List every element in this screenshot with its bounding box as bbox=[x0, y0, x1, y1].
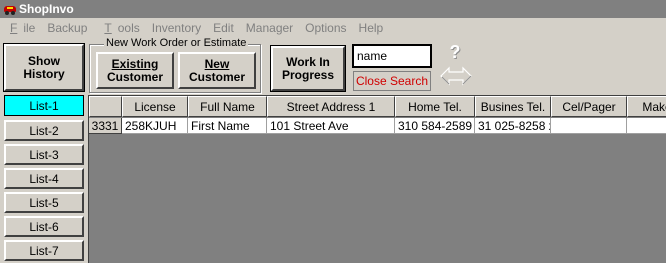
new-label-2: Customer bbox=[188, 69, 245, 84]
show-history-label-1: Show bbox=[28, 53, 60, 68]
list-7-button[interactable]: List-7 bbox=[4, 240, 84, 261]
cell-home-tel[interactable]: 310 584-2589 bbox=[395, 118, 475, 134]
list-3-button[interactable]: List-3 bbox=[4, 144, 84, 165]
work-in-progress-button[interactable]: Work In Progress bbox=[270, 45, 346, 92]
wip-label-1: Work In bbox=[286, 54, 330, 69]
cell-make[interactable] bbox=[627, 118, 666, 134]
cell-business-tel[interactable]: 31 025-8258 x5 bbox=[475, 118, 551, 134]
menu-edit[interactable]: Edit bbox=[207, 21, 240, 35]
help-icon[interactable]: ? bbox=[447, 42, 463, 62]
search-input[interactable] bbox=[352, 44, 432, 68]
new-label-1: New bbox=[204, 56, 230, 71]
window-title: ShopInvo bbox=[19, 2, 74, 16]
column-header-home-tel[interactable]: Home Tel. bbox=[395, 96, 475, 117]
customer-grid[interactable]: License Full Name Street Address 1 Home … bbox=[88, 95, 666, 263]
corner-header bbox=[89, 96, 122, 117]
menu-inventory[interactable]: Inventory bbox=[146, 21, 207, 35]
wip-label-2: Progress bbox=[281, 67, 335, 82]
column-header-street-address[interactable]: Street Address 1 bbox=[267, 96, 395, 117]
existing-label-2: Customer bbox=[106, 69, 163, 84]
list-4-button[interactable]: List-4 bbox=[4, 168, 84, 189]
cell-license[interactable]: 258KJUH bbox=[122, 118, 188, 134]
column-header-cel-pager[interactable]: Cel/Pager bbox=[551, 96, 627, 117]
show-history-label-2: History bbox=[23, 66, 65, 81]
car-app-icon bbox=[3, 3, 17, 15]
column-header-business-tel[interactable]: Busines Tel. bbox=[475, 96, 551, 117]
header-row: License Full Name Street Address 1 Home … bbox=[89, 96, 666, 117]
new-customer-button[interactable]: New Customer bbox=[178, 52, 256, 89]
list-6-button[interactable]: List-6 bbox=[4, 216, 84, 237]
menu-help[interactable]: Help bbox=[353, 21, 390, 35]
list-2-button[interactable]: List-2 bbox=[4, 120, 84, 141]
list-5-button[interactable]: List-5 bbox=[4, 192, 84, 213]
show-history-button[interactable]: Show History bbox=[3, 43, 85, 92]
menu-backup[interactable]: Backup bbox=[41, 21, 93, 35]
table-row[interactable]: 3331 258KJUH First Name 101 Street Ave 3… bbox=[89, 118, 666, 134]
existing-label-1: Existing bbox=[111, 56, 159, 71]
left-right-arrows-icon[interactable] bbox=[440, 66, 472, 86]
column-header-make[interactable]: Make bbox=[627, 96, 666, 117]
group-label: New Work Order or Estimate bbox=[104, 37, 249, 49]
cell-full-name[interactable]: First Name bbox=[188, 118, 267, 134]
existing-customer-button[interactable]: Existing Customer bbox=[96, 52, 174, 89]
title-bar: ShopInvo bbox=[0, 0, 666, 18]
close-search-button[interactable]: Close Search bbox=[353, 71, 431, 91]
list-1-button[interactable]: List-1 bbox=[4, 95, 84, 116]
column-header-license[interactable]: License bbox=[122, 96, 188, 117]
menu-options[interactable]: Options bbox=[299, 21, 352, 35]
cell-street-address[interactable]: 101 Street Ave bbox=[267, 118, 395, 134]
cell-cel-pager[interactable] bbox=[551, 118, 627, 134]
menu-manager[interactable]: Manager bbox=[240, 21, 299, 35]
menu-tools[interactable]: Tools bbox=[93, 21, 145, 35]
menu-bar: File Backup Tools Inventory Edit Manager… bbox=[0, 18, 666, 38]
row-id: 3331 bbox=[89, 118, 122, 134]
menu-file[interactable]: File bbox=[0, 21, 41, 35]
column-header-full-name[interactable]: Full Name bbox=[188, 96, 267, 117]
